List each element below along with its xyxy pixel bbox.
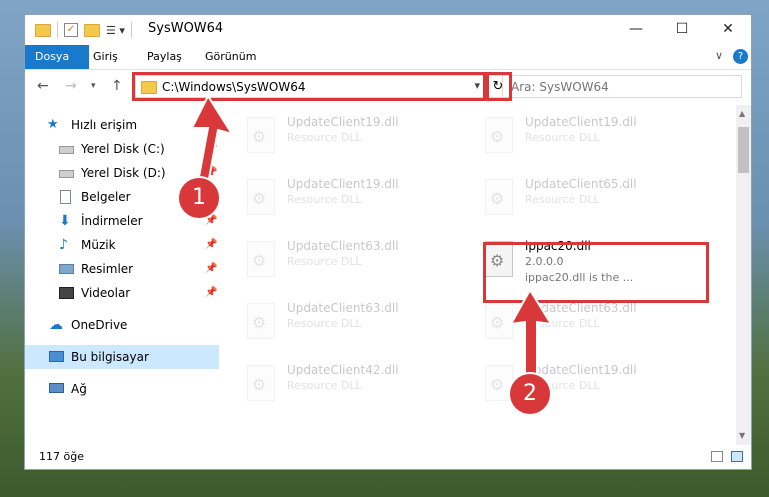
pin-icon[interactable]: 📌 bbox=[205, 257, 217, 281]
back-icon[interactable]: ← bbox=[37, 78, 49, 94]
drive-icon bbox=[59, 170, 74, 178]
sidebar-item-pictures[interactable]: Resimler 📌 bbox=[25, 257, 219, 281]
pin-icon[interactable]: 📌 bbox=[205, 281, 217, 305]
file-tile[interactable]: UpdateClient63.dll Resource DLL bbox=[241, 233, 471, 289]
file-tile[interactable]: UpdateClient42.dll Resource DLL bbox=[241, 357, 471, 413]
close-button[interactable]: ✕ bbox=[705, 15, 751, 45]
status-bar: 117 öğe bbox=[25, 445, 751, 469]
sidebar-item-label: Ağ bbox=[71, 382, 87, 396]
ribbon-tabs: Dosya Giriş Paylaş Görünüm ∨ ? bbox=[25, 45, 751, 70]
recent-locations-icon[interactable]: ▾ bbox=[91, 81, 96, 91]
file-name: UpdateClient65.dll bbox=[525, 177, 637, 191]
annotation-badge-2: 2 bbox=[508, 372, 552, 416]
sidebar-item-onedrive[interactable]: ☁ OneDrive bbox=[25, 313, 219, 337]
sidebar-item-label: Bu bilgisayar bbox=[71, 350, 149, 364]
file-tile[interactable]: UpdateClient19.dll Resource DLL bbox=[241, 171, 471, 227]
maximize-button[interactable]: ☐ bbox=[659, 15, 705, 45]
computer-icon bbox=[49, 351, 64, 362]
file-name: UpdateClient19.dll bbox=[287, 115, 399, 129]
search-input[interactable] bbox=[502, 75, 742, 98]
tab-share[interactable]: Paylaş bbox=[137, 45, 192, 69]
sidebar-item-label: Videolar bbox=[81, 286, 131, 300]
minimize-button[interactable]: — bbox=[613, 15, 659, 45]
dll-file-icon bbox=[485, 117, 513, 153]
file-type: Resource DLL bbox=[525, 131, 600, 144]
sidebar-item-label: Yerel Disk (D:) bbox=[81, 166, 166, 180]
file-list: UpdateClient19.dll Resource DLL UpdateCl… bbox=[221, 105, 736, 445]
dll-file-icon bbox=[485, 179, 513, 215]
new-folder-icon[interactable] bbox=[84, 23, 100, 37]
tab-home[interactable]: Giriş bbox=[83, 45, 128, 69]
pin-icon[interactable]: 📌 bbox=[205, 233, 217, 257]
file-type: Resource DLL bbox=[287, 131, 362, 144]
sidebar-item-label: Belgeler bbox=[81, 190, 131, 204]
explorer-window: ✓ ☰ ▾ SysWOW64 — ☐ ✕ Dosya Giriş Paylaş … bbox=[24, 14, 752, 470]
details-view-icon[interactable] bbox=[711, 451, 723, 462]
file-type: Resource DLL bbox=[525, 193, 600, 206]
vertical-scrollbar[interactable]: ▲ ▼ bbox=[736, 105, 751, 445]
refresh-highlight bbox=[486, 72, 512, 101]
sidebar-item-label: Resimler bbox=[81, 262, 134, 276]
downloads-icon: ⬇ bbox=[59, 213, 71, 229]
sidebar-item-label: Müzik bbox=[81, 238, 116, 252]
sidebar-item-label: OneDrive bbox=[71, 318, 128, 332]
file-tile[interactable]: UpdateClient65.dll Resource DLL bbox=[479, 171, 709, 227]
quick-access-toolbar: ✓ ☰ ▾ bbox=[35, 22, 132, 38]
star-icon: ★ bbox=[47, 117, 59, 132]
drive-icon bbox=[59, 146, 74, 154]
file-name: UpdateClient63.dll bbox=[287, 239, 399, 253]
tab-file[interactable]: Dosya bbox=[25, 45, 89, 69]
scroll-up-icon[interactable]: ▲ bbox=[739, 109, 745, 118]
customize-icon[interactable]: ☰ ▾ bbox=[106, 24, 125, 37]
divider bbox=[130, 22, 132, 38]
videos-icon bbox=[59, 287, 74, 299]
properties-icon[interactable]: ✓ bbox=[64, 23, 78, 37]
expand-ribbon-icon[interactable]: ∨ bbox=[715, 49, 723, 62]
sidebar-item-label: Yerel Disk (C:) bbox=[81, 142, 165, 156]
item-count: 117 öğe bbox=[39, 450, 84, 463]
file-type: Resource DLL bbox=[287, 193, 362, 206]
sidebar-item-label: Hızlı erişim bbox=[71, 118, 138, 132]
scroll-down-icon[interactable]: ▼ bbox=[739, 431, 745, 440]
sidebar-item-videos[interactable]: Videolar 📌 bbox=[25, 281, 219, 305]
dll-file-icon bbox=[247, 365, 275, 401]
music-icon: ♪ bbox=[59, 237, 68, 253]
network-icon bbox=[49, 383, 64, 393]
sidebar-item-network[interactable]: Ağ bbox=[25, 377, 219, 401]
file-tile[interactable]: UpdateClient19.dll Resource DLL bbox=[241, 109, 471, 165]
dll-file-icon bbox=[247, 241, 275, 277]
divider bbox=[57, 22, 58, 38]
annotation-badge-1: 1 bbox=[177, 176, 221, 220]
file-name: UpdateClient63.dll bbox=[287, 301, 399, 315]
help-icon[interactable]: ? bbox=[733, 49, 748, 64]
dll-file-icon bbox=[247, 303, 275, 339]
tiles-view-icon[interactable] bbox=[731, 451, 743, 462]
file-tile[interactable]: UpdateClient63.dll Resource DLL bbox=[241, 295, 471, 351]
file-name: UpdateClient19.dll bbox=[287, 177, 399, 191]
cloud-icon: ☁ bbox=[49, 317, 63, 333]
scrollbar-thumb[interactable] bbox=[738, 127, 749, 173]
folder-icon bbox=[35, 23, 51, 37]
documents-icon bbox=[60, 190, 71, 204]
file-tile[interactable]: UpdateClient19.dll Resource DLL bbox=[479, 109, 709, 165]
file-type: Resource DLL bbox=[287, 317, 362, 330]
address-row: ← → ▾ ↑ C:\Windows\SysWOW64 ▾ ↻ bbox=[25, 70, 751, 104]
sidebar-item-music[interactable]: ♪ Müzik 📌 bbox=[25, 233, 219, 257]
sidebar-item-label: İndirmeler bbox=[81, 214, 143, 228]
window-title: SysWOW64 bbox=[148, 21, 224, 36]
pictures-icon bbox=[59, 264, 74, 274]
tab-view[interactable]: Görünüm bbox=[195, 45, 266, 69]
annotation-arrow-1 bbox=[190, 96, 235, 208]
forward-icon[interactable]: → bbox=[65, 78, 77, 94]
up-icon[interactable]: ↑ bbox=[111, 78, 123, 94]
file-type: Resource DLL bbox=[287, 255, 362, 268]
file-name: UpdateClient19.dll bbox=[525, 115, 637, 129]
file-name: UpdateClient42.dll bbox=[287, 363, 399, 377]
file-type: Resource DLL bbox=[287, 379, 362, 392]
title-bar: ✓ ☰ ▾ SysWOW64 — ☐ ✕ bbox=[25, 15, 751, 45]
sidebar-item-this-pc[interactable]: Bu bilgisayar bbox=[25, 345, 219, 369]
